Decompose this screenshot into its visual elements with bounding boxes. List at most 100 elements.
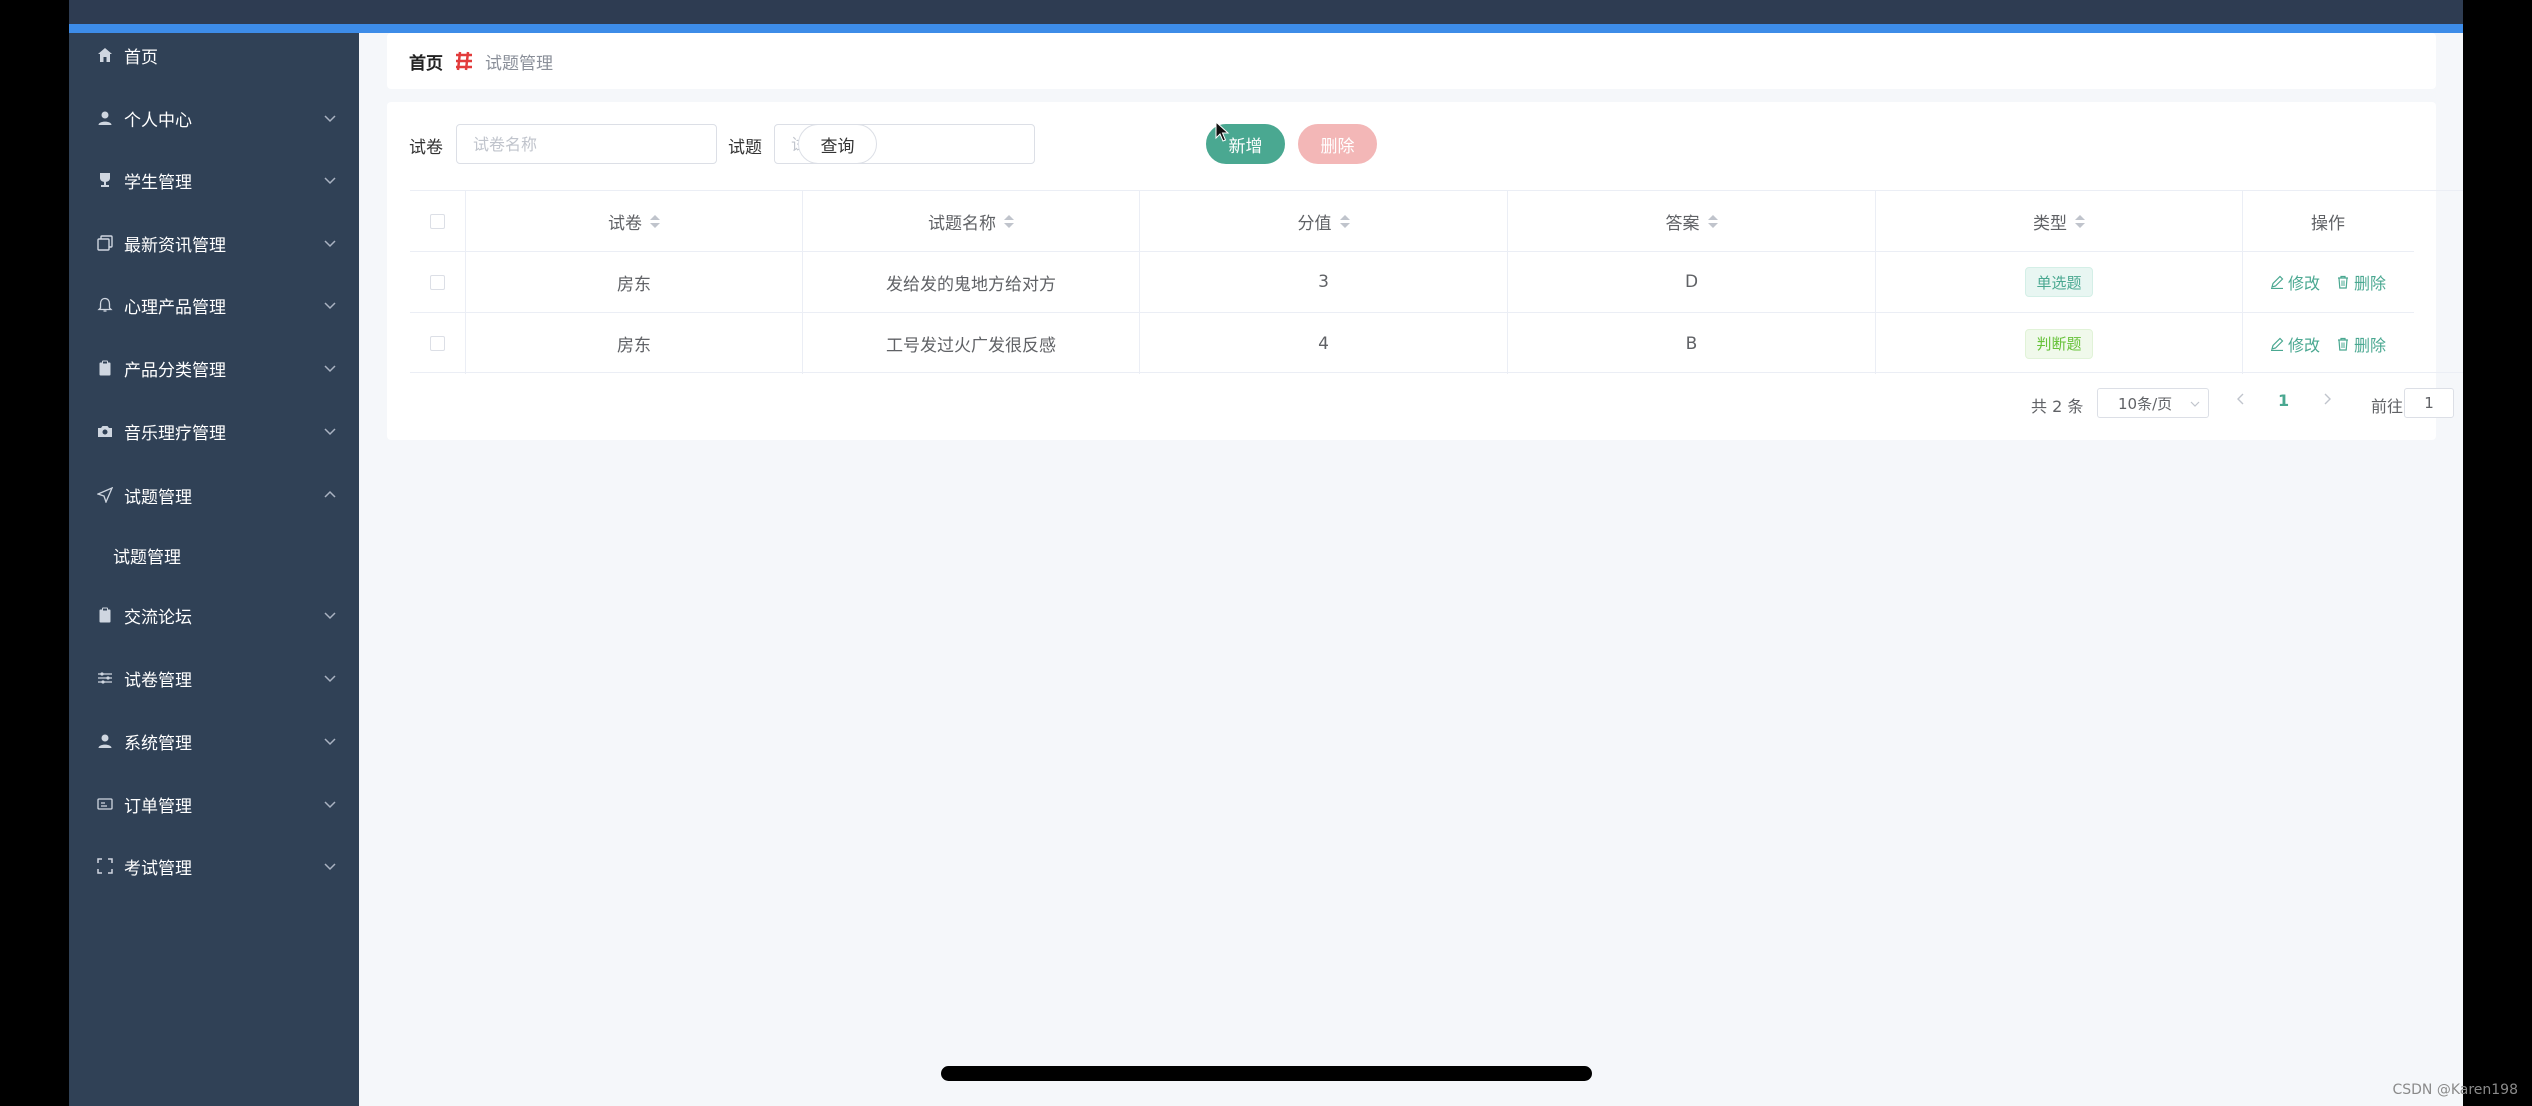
sidebar-item-forum[interactable]: 交流论坛	[69, 595, 359, 635]
chevron-down-icon	[324, 428, 336, 436]
sidebar-item-label: 交流论坛	[124, 607, 192, 628]
sort-icon	[2075, 214, 2085, 228]
cell-paper: 房东	[466, 313, 803, 374]
sidebar-item-label: 考试管理	[124, 858, 192, 879]
sort-icon	[650, 214, 660, 228]
send-icon	[96, 486, 114, 504]
watermark: CSDN @Karen198	[2392, 1082, 2518, 1098]
next-page-icon[interactable]	[2321, 392, 2333, 406]
sidebar-item-label: 产品分类管理	[124, 360, 226, 381]
row-checkbox[interactable]	[430, 274, 445, 290]
column-header-answer[interactable]: 答案	[1508, 191, 1876, 251]
submenu-item-label: 试题管理	[113, 547, 181, 568]
user-icon	[96, 109, 114, 127]
table-row: 房东 发给发的鬼地方给对方 3 D 单选题 修改 删除	[410, 252, 2414, 313]
page-number[interactable]: 1	[2278, 391, 2289, 410]
pagination-total: 共 2 条	[2031, 397, 2084, 416]
column-header-type[interactable]: 类型	[1876, 191, 2243, 251]
app-window: 首页 个人中心 学生管理 最新资讯管理 心理产品管理 产品分类管理 音乐理疗管理…	[69, 0, 2463, 1106]
camera-icon	[96, 422, 114, 440]
sidebar-item-news[interactable]: 最新资讯管理	[69, 223, 359, 263]
edit-button[interactable]: 修改	[2270, 270, 2320, 294]
edit-button[interactable]: 修改	[2270, 332, 2320, 356]
sidebar-item-profile[interactable]: 个人中心	[69, 98, 359, 138]
home-icon	[96, 46, 114, 64]
column-header-actions: 操作	[2311, 213, 2345, 234]
bell-icon	[96, 296, 114, 314]
cell-answer: B	[1508, 313, 1876, 374]
paper-search-label: 试卷	[409, 138, 443, 158]
sidebar-item-questions[interactable]: 试题管理	[69, 475, 359, 515]
delete-row-button[interactable]: 删除	[2336, 270, 2386, 294]
submenu-item-questions[interactable]: 试题管理	[69, 535, 359, 575]
breadcrumb-home[interactable]: 首页	[409, 49, 443, 74]
chevron-down-icon	[324, 115, 336, 123]
chevron-down-icon	[324, 240, 336, 248]
type-tag: 判断题	[2025, 328, 2093, 359]
column-header-score[interactable]: 分值	[1140, 191, 1508, 251]
trash-icon	[2338, 337, 2348, 351]
sidebar-item-students[interactable]: 学生管理	[69, 160, 359, 200]
sidebar-item-label: 订单管理	[124, 796, 192, 817]
cell-answer: D	[1508, 252, 1876, 312]
home-indicator	[941, 1066, 1592, 1081]
page-size-select[interactable]: 10条/页	[2097, 388, 2209, 418]
chevron-down-icon	[324, 302, 336, 310]
breadcrumb-current: 试题管理	[485, 53, 553, 74]
top-bar	[69, 0, 2463, 24]
chevron-down-icon	[324, 738, 336, 746]
select-all-checkbox[interactable]	[430, 213, 445, 229]
ticket-icon	[96, 795, 114, 813]
sidebar-item-product-categories[interactable]: 产品分类管理	[69, 348, 359, 388]
sort-icon	[1004, 214, 1014, 228]
column-header-name[interactable]: 试题名称	[803, 191, 1140, 251]
chevron-down-icon	[2190, 401, 2200, 407]
sidebar-item-exams[interactable]: 考试管理	[69, 846, 359, 886]
question-search-label: 试题	[728, 138, 762, 158]
fullscreen-icon	[96, 857, 114, 875]
sort-icon	[1707, 214, 1718, 228]
sidebar: 首页 个人中心 学生管理 最新资讯管理 心理产品管理 产品分类管理 音乐理疗管理…	[69, 33, 359, 1106]
clipboard-icon	[96, 606, 114, 624]
cell-paper: 房东	[466, 252, 803, 312]
sidebar-item-home[interactable]: 首页	[69, 35, 359, 75]
column-header-paper[interactable]: 试卷	[466, 191, 803, 251]
sidebar-item-orders[interactable]: 订单管理	[69, 784, 359, 824]
chevron-down-icon	[324, 801, 336, 809]
edit-icon	[2270, 275, 2284, 289]
chevron-down-icon	[324, 863, 336, 871]
paper-search-input[interactable]	[456, 124, 717, 164]
sidebar-item-label: 个人中心	[124, 110, 192, 131]
prev-page-icon[interactable]	[2235, 392, 2247, 406]
sliders-icon	[96, 669, 114, 687]
row-checkbox[interactable]	[430, 336, 445, 351]
table-header-row: 试卷 试题名称 分值 答案 类型 操作	[410, 191, 2414, 252]
delete-selected-button[interactable]: 删除	[1298, 124, 1377, 164]
sidebar-item-psych-products[interactable]: 心理产品管理	[69, 285, 359, 325]
sidebar-item-system[interactable]: 系统管理	[69, 721, 359, 761]
chevron-down-icon	[324, 177, 336, 185]
sidebar-item-label: 系统管理	[124, 733, 192, 754]
sidebar-item-papers[interactable]: 试卷管理	[69, 658, 359, 698]
sidebar-item-label: 最新资讯管理	[124, 235, 226, 256]
sidebar-item-music-therapy[interactable]: 音乐理疗管理	[69, 411, 359, 451]
user-icon	[96, 732, 114, 750]
goto-page-input[interactable]	[2404, 388, 2454, 418]
chevron-up-icon	[324, 490, 336, 498]
sidebar-item-label: 首页	[124, 47, 158, 68]
edit-icon	[2270, 337, 2284, 351]
sidebar-item-label: 试题管理	[124, 487, 192, 508]
sidebar-item-label: 心理产品管理	[124, 297, 226, 318]
copy-icon	[96, 234, 114, 252]
chevron-down-icon	[324, 612, 336, 620]
query-button[interactable]: 查询	[798, 124, 877, 164]
sort-icon	[1339, 214, 1350, 228]
top-bar-accent	[69, 24, 2463, 33]
cell-score: 4	[1140, 313, 1508, 374]
delete-row-button[interactable]: 删除	[2336, 332, 2386, 356]
breadcrumb-separator-icon	[453, 51, 475, 71]
chevron-down-icon	[324, 365, 336, 373]
table-row: 房东 工号发过火广发很反感 4 B 判断题 修改 删除	[410, 313, 2414, 374]
goto-label: 前往	[2371, 397, 2404, 416]
mouse-cursor-icon	[1215, 121, 1230, 142]
